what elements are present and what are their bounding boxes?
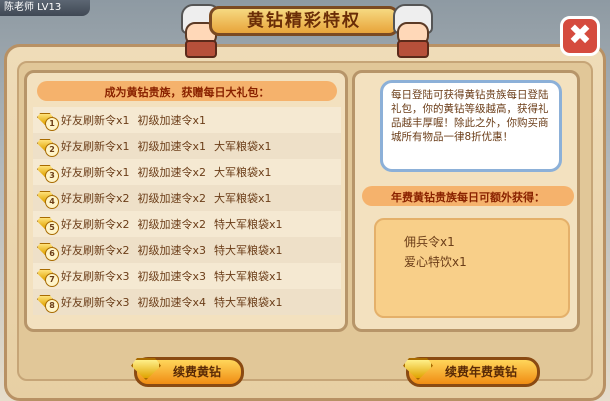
close-button[interactable]: ✖ [560, 16, 600, 56]
gift-item: 好友刷新令x1 [61, 166, 130, 179]
gift-item: 初级加速令x1 [137, 140, 207, 153]
gift-item: 特大军粮袋x1 [214, 270, 283, 283]
info-text: 每日登陆可获得黄钻贵族每日登陆礼包，你的黄钻等级越高，获得礼品越丰厚喔！除此之外… [380, 80, 562, 172]
renew-yellow-diamond-button[interactable]: 续费黄钻 [131, 354, 244, 387]
gift-item: 初级加速令x4 [137, 296, 207, 309]
gift-row: 4 好友刷新令x2 初级加速令x2 大军粮袋x1 [33, 185, 341, 211]
gift-item: 特大军粮袋x1 [214, 244, 283, 257]
yellow-diamond-level-icon: 5 [37, 217, 59, 235]
gift-item: 初级加速令x3 [137, 270, 207, 283]
gift-row: 8 好友刷新令x3 初级加速令x4 特大军粮袋x1 [33, 289, 341, 315]
gift-item: 大军粮袋x1 [214, 192, 272, 205]
yellow-diamond-level-icon: 4 [37, 191, 59, 209]
gift-item: 初级加速令x2 [137, 166, 207, 179]
extra-gift-item: 佣兵令x1 [404, 235, 455, 249]
mascot-right [385, 0, 437, 58]
dialog-title: 黄钻精彩特权 [247, 11, 361, 31]
gift-row: 2 好友刷新令x1 初级加速令x1 大军粮袋x1 [33, 133, 341, 159]
gift-item: 好友刷新令x2 [61, 218, 130, 231]
gift-item: 好友刷新令x1 [61, 140, 130, 153]
yellow-diamond-level-icon: 3 [37, 165, 59, 183]
gift-item: 初级加速令x1 [137, 114, 207, 127]
yellow-diamond-icon [131, 354, 161, 380]
gift-item: 大军粮袋x1 [214, 140, 272, 153]
extra-gift-header: 年费黄钻贵族每日可额外获得： [362, 186, 574, 206]
extra-gift-item: 爱心特饮x1 [404, 255, 467, 269]
gift-item: 大军粮袋x1 [214, 166, 272, 179]
gift-row: 1 好友刷新令x1 初级加速令x1 [33, 107, 341, 133]
yellow-diamond-icon [403, 354, 433, 380]
gift-item: 好友刷新令x2 [61, 192, 130, 205]
yellow-diamond-level-icon: 8 [37, 295, 59, 313]
gift-row: 6 好友刷新令x2 初级加速令x3 特大军粮袋x1 [33, 237, 341, 263]
gift-item: 好友刷新令x3 [61, 296, 130, 309]
daily-gift-header: 成为黄钻贵族，获赠每日大礼包： [37, 81, 337, 101]
gift-item: 初级加速令x2 [137, 218, 207, 231]
gift-item: 好友刷新令x3 [61, 270, 130, 283]
gift-row: 5 好友刷新令x2 初级加速令x2 特大军粮袋x1 [33, 211, 341, 237]
gift-item: 好友刷新令x2 [61, 244, 130, 257]
yellow-diamond-level-icon: 7 [37, 269, 59, 287]
yellow-diamond-level-icon: 2 [37, 139, 59, 157]
renew-annual-yellow-diamond-button[interactable]: 续费年费黄钻 [403, 354, 540, 387]
player-level-badge: 陈老师 LV13 [0, 0, 90, 16]
daily-gift-list: 成为黄钻贵族，获赠每日大礼包： 1 好友刷新令x1 初级加速令x1 2 好友刷新令x1 初… [24, 70, 348, 332]
gift-item: 特大军粮袋x1 [214, 296, 283, 309]
gift-item: 好友刷新令x1 [61, 114, 130, 127]
gift-rows: 1 好友刷新令x1 初级加速令x1 2 好友刷新令x1 初级加速令x1 大军粮袋x1 3 好友刷… [33, 107, 341, 315]
gift-item: 初级加速令x3 [137, 244, 207, 257]
dialog-header: 黄钻精彩特权 [173, 0, 437, 74]
gift-item: 初级加速令x2 [137, 192, 207, 205]
yellow-diamond-level-icon: 1 [37, 113, 59, 131]
gift-row: 7 好友刷新令x3 初级加速令x3 特大军粮袋x1 [33, 263, 341, 289]
gift-row: 3 好友刷新令x1 初级加速令x2 大军粮袋x1 [33, 159, 341, 185]
gift-item: 特大军粮袋x1 [214, 218, 283, 231]
yellow-diamond-level-icon: 6 [37, 243, 59, 261]
title-banner: 黄钻精彩特权 [209, 6, 399, 36]
extra-gift-box: 佣兵令x1 爱心特饮x1 [374, 218, 570, 318]
